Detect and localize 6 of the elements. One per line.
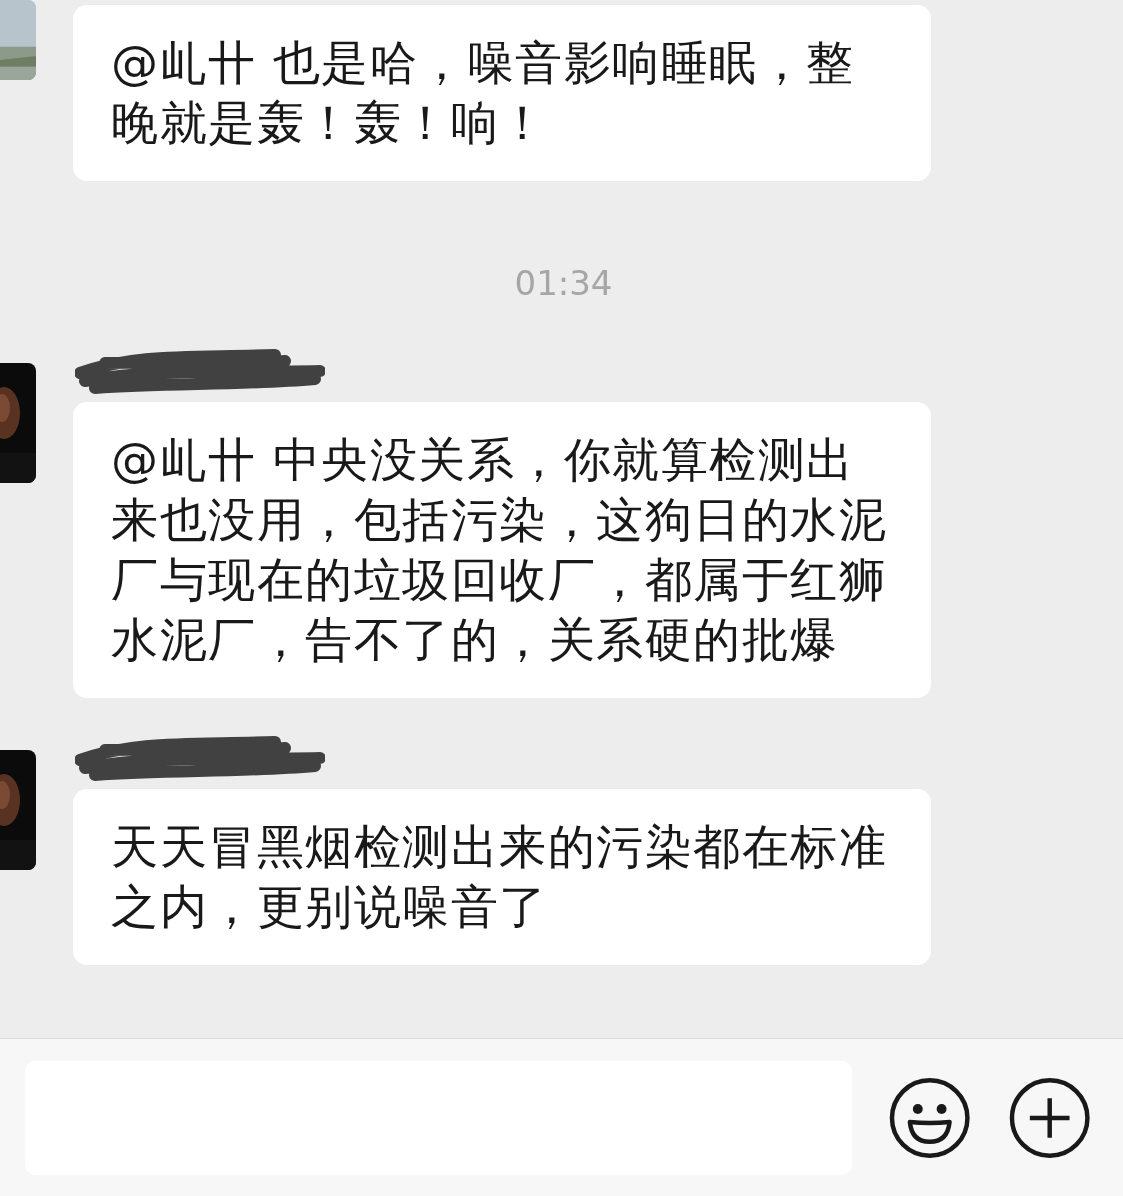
message-text: 天天冒黑烟检测出来的污染都在标准之内，更别说噪音了 [111,818,888,936]
message-text: @乢卄 也是哈，噪音影响睡眠，整晚就是轰！轰！响！ [111,34,856,152]
message-text: @乢卄 中央没关系，你就算检测出来也没用，包括污染，这狗日的水泥厂与现在的垃圾回收厂，都属于红狮水泥厂，告不了的，关系硬的批爆 [111,431,888,669]
timestamp: 01:34 [513,263,613,303]
plus-icon[interactable] [1007,1075,1091,1160]
emoji-icon[interactable] [888,1075,972,1160]
